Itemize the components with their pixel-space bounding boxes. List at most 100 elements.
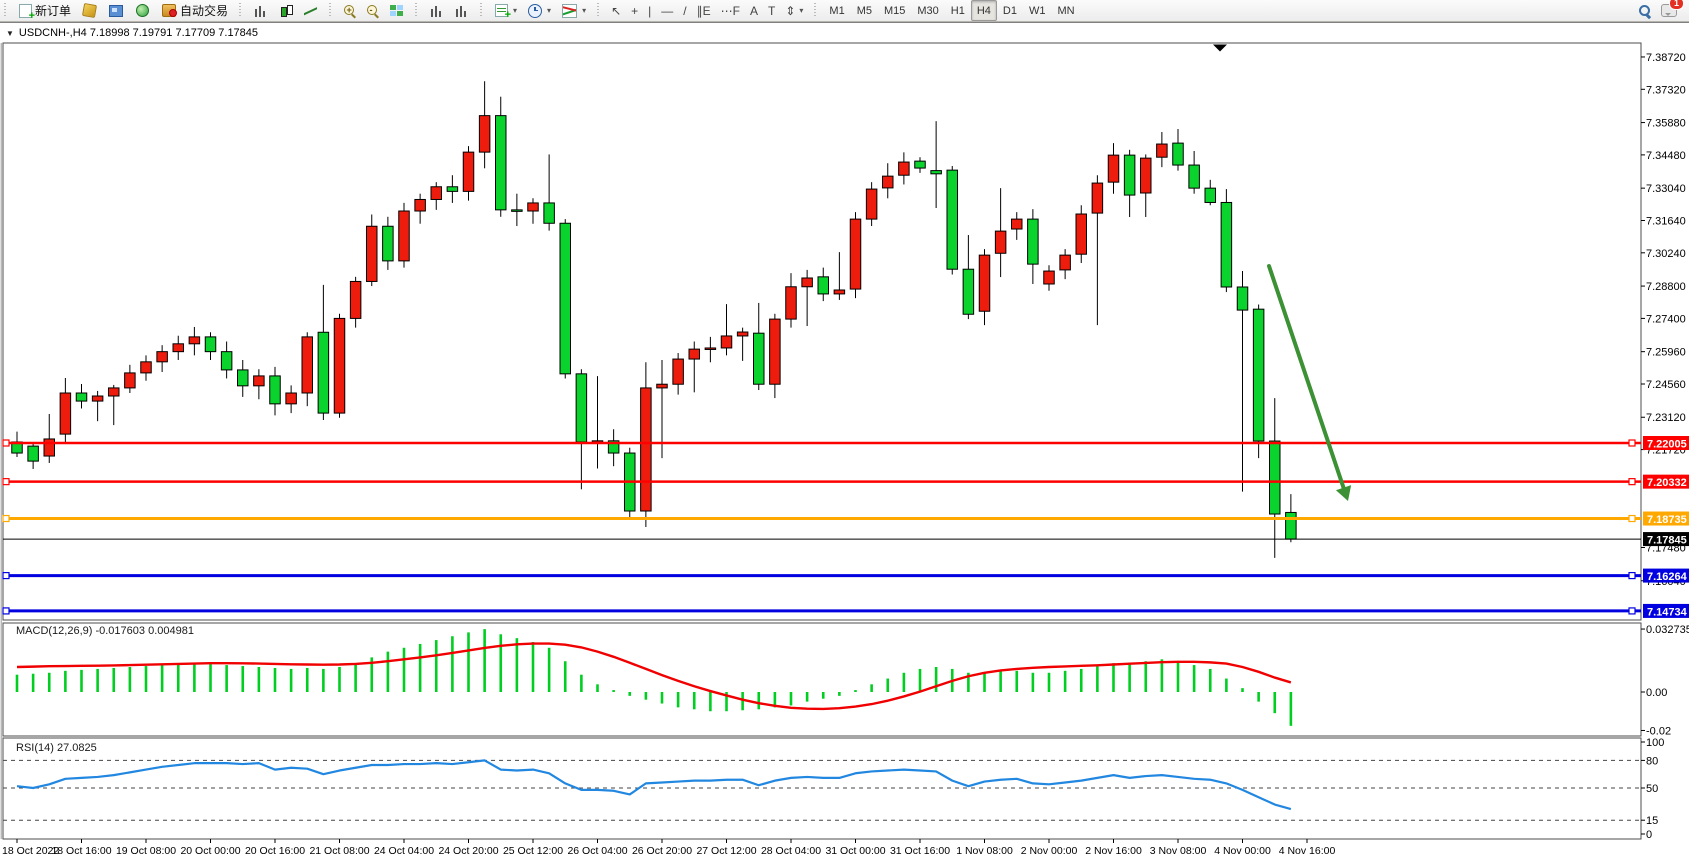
zoom-out-icon: - (366, 4, 379, 17)
resistance-line-1-handle[interactable] (1629, 440, 1635, 446)
bull-candle (92, 396, 103, 401)
chart-shift-button[interactable] (449, 0, 474, 21)
bull-candle (1092, 183, 1103, 213)
bear-candle (270, 376, 281, 404)
resistance-line-1-handle[interactable] (3, 440, 9, 446)
bull-candle (44, 439, 55, 456)
tile-windows-button[interactable] (384, 0, 409, 21)
bull-candle (254, 376, 265, 386)
trendline-tool-icon: / (683, 4, 686, 18)
trendline-tool-button[interactable]: / (678, 0, 691, 21)
time-tick-label: 1 Nov 08:00 (956, 845, 1013, 857)
bear-candle (496, 116, 507, 210)
bear-candle (28, 446, 39, 461)
timeframe-m1-button[interactable]: M1 (823, 0, 850, 21)
vertical-line-tool-button[interactable]: | (643, 0, 656, 21)
search-icon[interactable] (1638, 4, 1651, 17)
timeframe-m5-button[interactable]: M5 (851, 0, 878, 21)
timeframe-mn-button[interactable]: MN (1051, 0, 1080, 21)
signals-button[interactable] (129, 0, 156, 21)
support-line-orange-handle[interactable] (3, 516, 9, 522)
indicators-button[interactable]: ▾ (556, 0, 591, 21)
macd-tick-label: -0.02 (1646, 725, 1671, 737)
price-tick-label: 7.24560 (1646, 379, 1686, 391)
resistance-line-2-handle[interactable] (1629, 479, 1635, 485)
candlestick-chart-button[interactable] (273, 0, 298, 21)
cursor-tool-button[interactable]: ↖ (606, 0, 626, 21)
macd-tick-label: 0.00 (1646, 687, 1667, 699)
zoom-out-button[interactable]: - (361, 0, 384, 21)
bull-candle (286, 393, 297, 404)
market-watch-button[interactable] (103, 0, 129, 21)
timeframe-h4-button[interactable]: H4 (971, 0, 997, 21)
support-line-orange-handle[interactable] (1629, 516, 1635, 522)
support-line-blue-1-handle[interactable] (3, 573, 9, 579)
auto-scroll-button[interactable] (424, 0, 449, 21)
crosshair-tool-button[interactable]: + (626, 0, 643, 21)
notification-count-badge: 1 (1669, 0, 1684, 10)
rsi-tick-label: 50 (1646, 783, 1658, 795)
timeframe-d1-button[interactable]: D1 (997, 0, 1023, 21)
autotrading-button-label: 自动交易 (180, 2, 228, 19)
support-line-blue-1-handle[interactable] (1629, 573, 1635, 579)
toolbar-grip (3, 3, 8, 18)
dropdown-caret-icon[interactable]: ▾ (547, 6, 551, 15)
horizontal-line-tool-button[interactable]: — (656, 0, 678, 21)
support-line-blue-2-handle[interactable] (1629, 608, 1635, 614)
fibonacci-tool-button[interactable]: ⋯F (716, 0, 745, 21)
dropdown-caret-icon[interactable]: ▾ (799, 6, 803, 15)
bear-candle (963, 269, 974, 314)
new-order-button[interactable]: 新订单 (13, 0, 76, 21)
chart-menu-triangle-icon[interactable]: ▼ (6, 29, 14, 38)
signals-icon (136, 4, 149, 17)
timeframe-m15-button[interactable]: M15 (878, 0, 911, 21)
crosshair-tool-icon: + (631, 4, 638, 18)
charts-profile-button[interactable] (76, 0, 103, 21)
time-tick-label: 4 Nov 00:00 (1214, 845, 1271, 857)
bull-candle (415, 199, 426, 211)
arrows-tool-button[interactable]: ⇕▾ (780, 0, 808, 21)
bull-candle (125, 373, 136, 388)
text-tool-button[interactable]: A (745, 0, 763, 21)
channel-tool-button[interactable]: ∥E (692, 0, 716, 21)
bull-candle (995, 231, 1006, 253)
bear-candle (238, 370, 249, 386)
bar-chart-button[interactable] (248, 0, 273, 21)
cursor-tool-icon: ↖ (611, 4, 621, 18)
bear-candle (1286, 512, 1297, 539)
new-chart-icon (495, 4, 508, 17)
line-chart-button[interactable] (298, 0, 323, 21)
bear-candle (947, 170, 958, 269)
label-tool-button[interactable]: T (763, 0, 780, 21)
notifications-button[interactable]: 1 (1661, 2, 1677, 20)
dropdown-caret-icon[interactable]: ▾ (582, 6, 586, 15)
indicators-icon (562, 4, 577, 18)
time-tick-label: 31 Oct 00:00 (825, 845, 885, 857)
chart-canvas[interactable]: 7.387207.373207.358807.344807.330407.316… (0, 23, 1689, 862)
autotrading-button[interactable]: 自动交易 (156, 0, 233, 21)
fibonacci-tool-icon: ⋯F (721, 4, 740, 18)
dropdown-caret-icon[interactable]: ▾ (513, 6, 517, 15)
bull-candle (1141, 158, 1152, 193)
time-tick-label: 26 Oct 04:00 (567, 845, 627, 857)
timeframe-h1-button[interactable]: H1 (945, 0, 971, 21)
period-button[interactable]: ▾ (522, 0, 556, 21)
bull-candle (528, 203, 539, 211)
zoom-in-button[interactable]: + (338, 0, 361, 21)
bull-candle (1012, 219, 1023, 229)
bull-candle (834, 290, 845, 294)
price-tick-label: 7.27400 (1646, 313, 1686, 325)
new-order-icon (19, 4, 32, 18)
support-line-blue-2-handle[interactable] (3, 608, 9, 614)
price-tick-label: 7.33040 (1646, 183, 1686, 195)
bull-candle (173, 344, 184, 352)
timeframe-w1-button[interactable]: W1 (1023, 0, 1052, 21)
new-chart-button[interactable]: ▾ (489, 0, 522, 21)
timeframe-m30-button[interactable]: M30 (911, 0, 944, 21)
chart-title-bar[interactable]: ▼ USDCNH-,H4 7.18998 7.19791 7.17709 7.1… (6, 27, 258, 39)
bull-candle (463, 152, 474, 191)
resistance-line-2-price-tag-text: 7.20332 (1647, 477, 1687, 489)
macd-tick-label: 0.032735 (1646, 624, 1689, 636)
resistance-line-2-handle[interactable] (3, 479, 9, 485)
price-axis: 7.387207.373207.358807.344807.330407.316… (1641, 52, 1686, 588)
